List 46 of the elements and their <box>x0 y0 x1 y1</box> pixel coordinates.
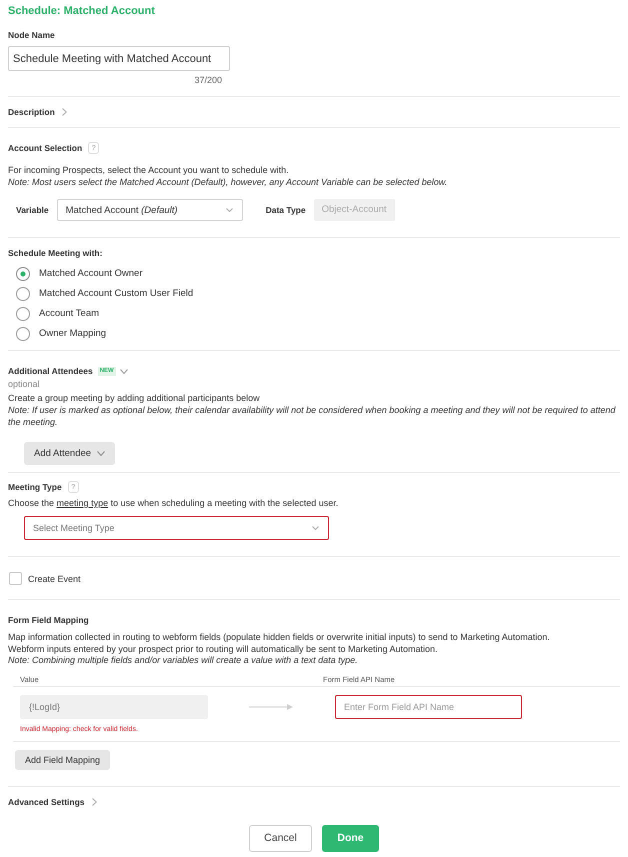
description-text: Webform inputs entered by your prospect prior to routing will automatically be sent to Marketing Automation. <box>8 644 439 655</box>
value-field[interactable]: {!LogId} <box>20 694 208 718</box>
radio-button[interactable] <box>16 327 30 341</box>
radio-label[interactable]: Owner Mapping <box>39 328 106 340</box>
node-name-input[interactable]: Schedule Meeting with Matched Account <box>8 46 230 71</box>
panel-title: Schedule: Matched Account <box>8 4 155 18</box>
section-label: Meeting Type <box>8 481 62 493</box>
add-attendee-button[interactable]: Add Attendee <box>24 442 116 465</box>
description-text: Choose the meeting type to use when scheduling a meeting with the selected user. <box>8 497 340 509</box>
api-name-input[interactable]: Enter Form Field API Name <box>335 694 522 718</box>
section-label: Account Selection <box>8 142 82 154</box>
description-text: Create a group meeting by adding additional participants below <box>8 392 261 404</box>
cancel-button[interactable]: Cancel <box>249 824 312 852</box>
description-toggle[interactable]: Description <box>8 106 67 118</box>
optional-label: optional <box>8 378 40 390</box>
section-label: Schedule Meeting with: <box>8 247 102 259</box>
arrow-right-icon <box>249 704 293 710</box>
field-label: Node Name <box>8 29 55 41</box>
data-type-field: Object-Account <box>314 199 395 221</box>
variable-select[interactable]: Matched Account (Default) <box>56 199 243 221</box>
note-text: Note: Combining multiple fields and/or variables will create a value with a text data type. <box>8 655 359 666</box>
radio-button[interactable] <box>16 287 30 301</box>
chevron-down-icon <box>120 368 128 374</box>
radio-label[interactable]: Account Team <box>39 308 100 320</box>
character-counter: 37/200 <box>194 75 222 85</box>
checkbox[interactable] <box>9 572 22 585</box>
advanced-settings-toggle[interactable]: Advanced Settings <box>8 796 97 808</box>
variable-label: Variable <box>16 205 49 215</box>
add-field-mapping-button[interactable]: Add Field Mapping <box>15 750 110 770</box>
chevron-down-icon <box>97 451 106 456</box>
description-text: For incoming Prospects, select the Account you want to schedule with. <box>8 164 290 176</box>
note-text: Note: Most users select the Matched Account (Default), however, any Account Variable can be selected below. <box>8 176 448 188</box>
radio-label[interactable]: Matched Account Owner <box>39 268 142 280</box>
section-label: Form Field Mapping <box>8 614 89 626</box>
chevron-down-icon <box>226 208 233 212</box>
checkbox-label[interactable]: Create Event <box>28 572 81 584</box>
data-type-label: Data Type <box>266 205 306 215</box>
meeting-type-select[interactable]: Select Meeting Type <box>24 516 329 540</box>
note-text: Note: If user is marked as optional below, their calendar availability will not be considered when booking a meeting and they will not be required to attend the meeting. <box>8 404 616 428</box>
description-text: Map information collected in routing to webform fields (populate hidden fields or overwrite initial inputs) to send to Marketing Automation. <box>8 632 551 644</box>
meeting-type-link[interactable]: meeting type <box>56 498 108 508</box>
section-label: Additional Attendees <box>8 365 93 377</box>
radio-label[interactable]: Matched Account Custom User Field <box>39 288 194 300</box>
chevron-down-icon <box>312 526 319 530</box>
radio-button[interactable] <box>16 267 30 281</box>
radio-button[interactable] <box>16 307 30 321</box>
